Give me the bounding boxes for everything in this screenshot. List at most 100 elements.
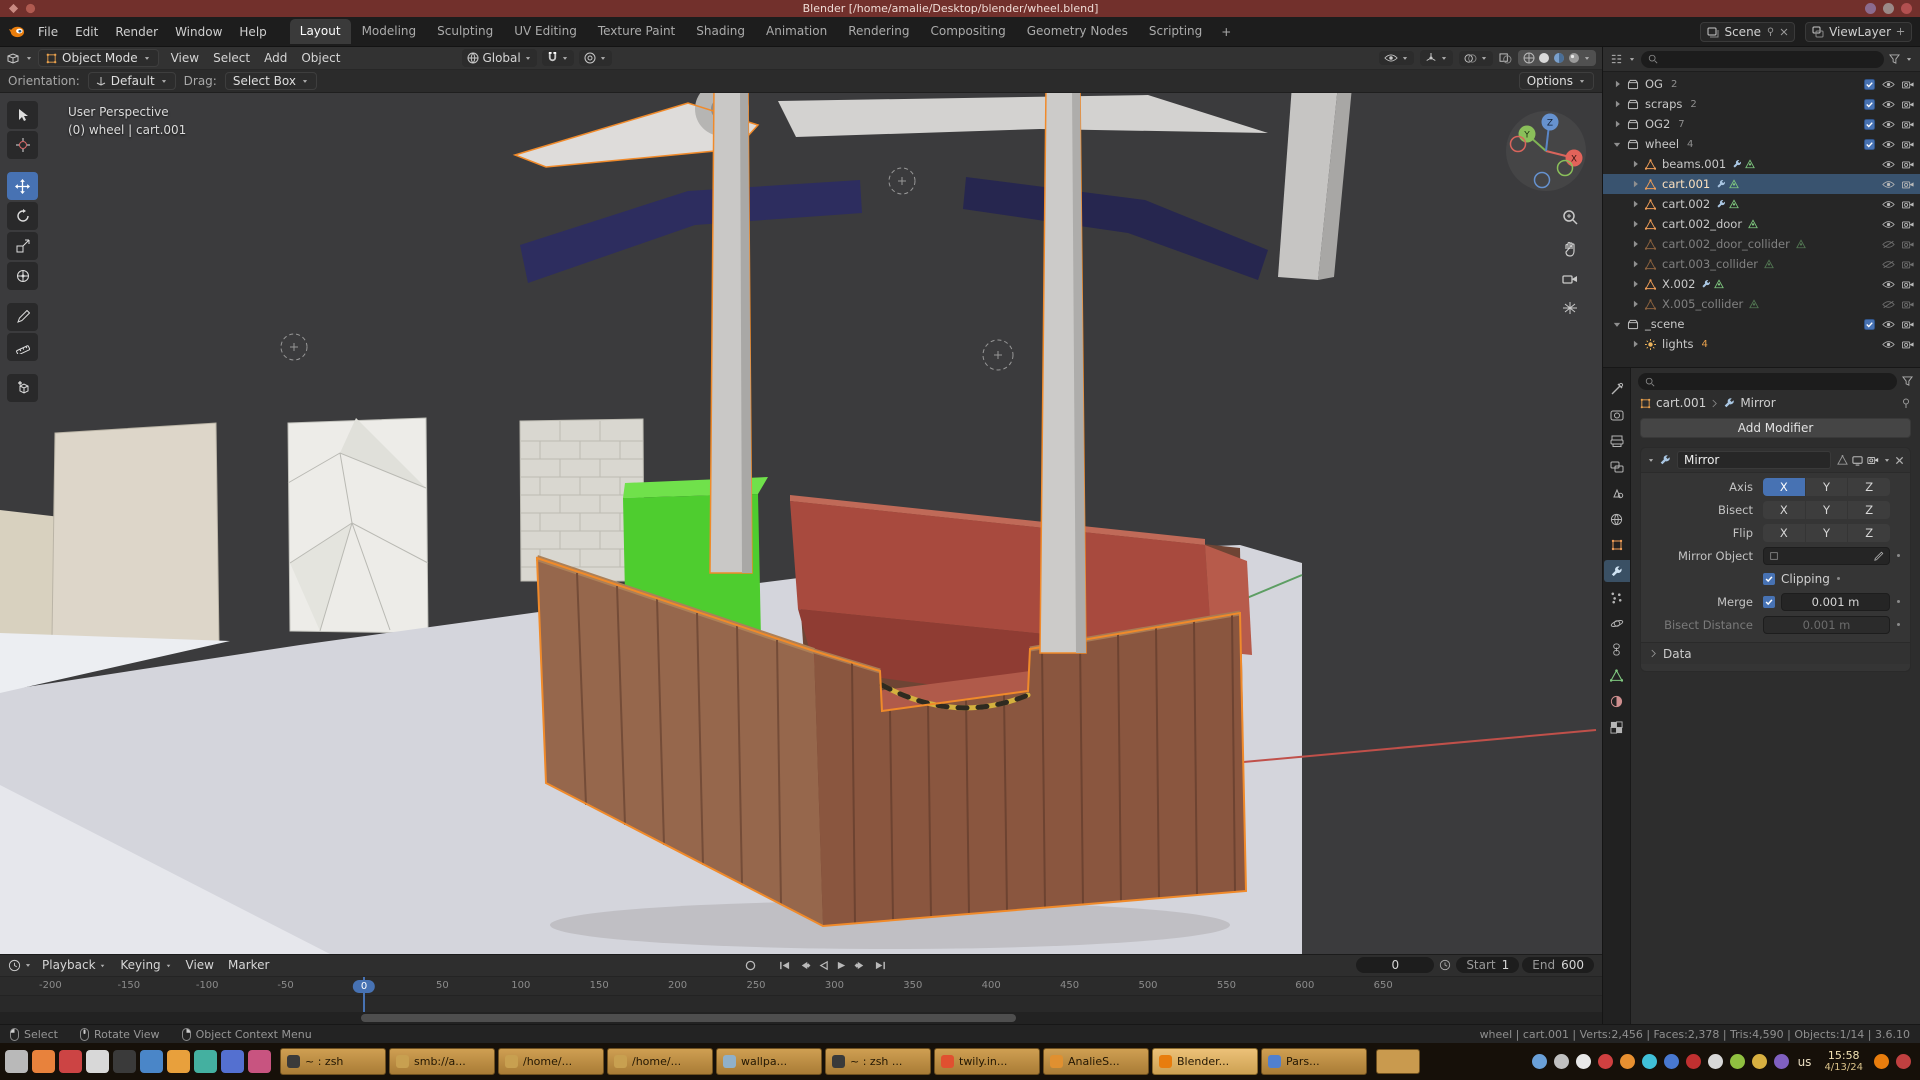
taskbar-launcher-icon[interactable] xyxy=(113,1050,136,1073)
properties-tab-world[interactable] xyxy=(1604,508,1630,530)
workspace-tab-uv-editing[interactable]: UV Editing xyxy=(504,19,587,44)
outliner-row-scraps[interactable]: scraps2 xyxy=(1603,94,1920,114)
tray-icon[interactable] xyxy=(1774,1054,1789,1069)
eye-icon[interactable] xyxy=(1882,220,1895,229)
display-realtime-icon[interactable] xyxy=(1852,455,1863,466)
workspace-tab-modeling[interactable]: Modeling xyxy=(352,19,427,44)
chevron-down-icon[interactable] xyxy=(599,55,607,62)
expand-icon[interactable] xyxy=(1611,100,1623,108)
camera-icon[interactable] xyxy=(1902,160,1914,169)
timeline-scrollbar[interactable] xyxy=(0,1012,1602,1024)
clock[interactable]: 15:584/13/24 xyxy=(1820,1050,1867,1074)
camera-icon[interactable] xyxy=(1902,120,1914,129)
keyboard-layout-indicator[interactable]: us xyxy=(1796,1055,1814,1069)
tray-icon[interactable] xyxy=(1686,1054,1701,1069)
unlink-icon[interactable] xyxy=(1780,28,1788,36)
playhead-frame-badge[interactable]: 0 xyxy=(353,980,375,993)
taskbar-window-button[interactable]: Blender... xyxy=(1152,1048,1258,1075)
decorator-dot[interactable] xyxy=(1897,600,1900,603)
viewport-menu-add[interactable]: Add xyxy=(257,49,294,67)
shading-solid-icon[interactable] xyxy=(1538,52,1550,64)
taskbar-launcher-icon[interactable] xyxy=(221,1050,244,1073)
camera-icon[interactable] xyxy=(1902,180,1914,189)
chevron-down-icon[interactable] xyxy=(1583,55,1591,62)
taskbar-launcher-icon[interactable] xyxy=(248,1050,271,1073)
maximize-button[interactable] xyxy=(1883,3,1894,14)
viewport-3d[interactable]: User Perspective (0) wheel | cart.001 XY… xyxy=(0,93,1602,954)
frame-start-field[interactable]: Start 1 xyxy=(1456,957,1519,973)
expand-icon[interactable] xyxy=(1629,240,1641,248)
snap-toggle[interactable] xyxy=(542,50,574,66)
tray-icon[interactable] xyxy=(1874,1054,1889,1069)
timeline-ruler[interactable]: -200-150-100-500501001502002503003504004… xyxy=(0,977,1602,997)
camera-icon[interactable] xyxy=(1902,140,1914,149)
eye-off-icon[interactable] xyxy=(1882,240,1895,249)
properties-tab-data[interactable] xyxy=(1604,664,1630,686)
expand-icon[interactable] xyxy=(1611,80,1623,88)
workspace-tab-sculpting[interactable]: Sculpting xyxy=(427,19,503,44)
clock-icon[interactable] xyxy=(1439,959,1451,971)
taskbar-window-button[interactable]: twily.in... xyxy=(934,1048,1040,1075)
outliner-editor-icon[interactable] xyxy=(1610,53,1623,65)
tool-transform-button[interactable] xyxy=(7,262,38,290)
taskbar-window-button[interactable]: ~ : zsh xyxy=(280,1048,386,1075)
titlebar[interactable]: Blender [/home/amalie/Desktop/blender/wh… xyxy=(0,0,1920,17)
outliner-row-cart.002[interactable]: cart.002 xyxy=(1603,194,1920,214)
camera-icon[interactable] xyxy=(1902,80,1914,89)
workspace-tab-geometry-nodes[interactable]: Geometry Nodes xyxy=(1017,19,1138,44)
checkbox-on-icon[interactable] xyxy=(1864,99,1875,110)
pin-icon[interactable] xyxy=(1766,27,1775,36)
checkbox-checked-icon[interactable] xyxy=(1763,596,1775,608)
tray-icon[interactable] xyxy=(1752,1054,1767,1069)
tray-icon[interactable] xyxy=(1896,1054,1911,1069)
pin-icon[interactable] xyxy=(1901,398,1911,408)
delete-modifier-icon[interactable] xyxy=(1895,456,1904,465)
camera-icon[interactable] xyxy=(1902,240,1914,249)
tray-icon[interactable] xyxy=(1708,1054,1723,1069)
workspace-tab-shading[interactable]: Shading xyxy=(686,19,755,44)
expand-icon[interactable] xyxy=(1629,280,1641,288)
outliner-row-wheel[interactable]: wheel4 xyxy=(1603,134,1920,154)
collapse-icon[interactable] xyxy=(1611,141,1623,148)
outliner-row-_scene[interactable]: _scene xyxy=(1603,314,1920,334)
outliner-row-cart.003_collider[interactable]: cart.003_collider xyxy=(1603,254,1920,274)
taskbar-window-button[interactable]: AnalieS... xyxy=(1043,1048,1149,1075)
show-gizmo-dropdown[interactable] xyxy=(1420,50,1453,66)
outliner-row-cart.001[interactable]: cart.001 xyxy=(1603,174,1920,194)
properties-tab-constraints[interactable] xyxy=(1604,638,1630,660)
menu-file[interactable]: File xyxy=(30,22,66,42)
tool-add-cube-button[interactable] xyxy=(7,374,38,402)
taskbar-launcher-icon[interactable] xyxy=(59,1050,82,1073)
outliner-row-OG[interactable]: OG2 xyxy=(1603,74,1920,94)
expand-icon[interactable] xyxy=(1629,260,1641,268)
tray-icon[interactable] xyxy=(1620,1054,1635,1069)
new-layer-icon[interactable] xyxy=(1896,27,1905,36)
decorator-dot[interactable] xyxy=(1837,577,1840,580)
camera-icon[interactable] xyxy=(1902,320,1914,329)
flip-x-toggle[interactable]: X xyxy=(1763,524,1805,542)
properties-tab-physics[interactable] xyxy=(1604,612,1630,634)
taskbar-window-button[interactable]: wallpa... xyxy=(716,1048,822,1075)
properties-tab-scene[interactable] xyxy=(1604,482,1630,504)
properties-tab-render[interactable] xyxy=(1604,404,1630,426)
shading-rendered-icon[interactable] xyxy=(1568,52,1580,64)
scene-selector[interactable]: Scene xyxy=(1700,22,1795,42)
workspace-tab-compositing[interactable]: Compositing xyxy=(920,19,1015,44)
chevron-down-icon[interactable] xyxy=(24,962,32,969)
decorator-dot[interactable] xyxy=(1897,623,1900,626)
properties-tab-output[interactable] xyxy=(1604,430,1630,452)
chevron-down-icon[interactable] xyxy=(1905,56,1913,63)
camera-icon[interactable] xyxy=(1902,340,1914,349)
zoom-icon[interactable] xyxy=(1562,209,1578,225)
tr-prevkey-icon[interactable] xyxy=(798,960,811,971)
frame-end-field[interactable]: End 600 xyxy=(1522,957,1594,973)
taskbar-window-button[interactable]: Pars... xyxy=(1261,1048,1367,1075)
object-visibility-dropdown[interactable] xyxy=(1379,51,1414,65)
merge-value-field[interactable]: 0.001 m xyxy=(1781,593,1890,611)
properties-tab-modifiers[interactable] xyxy=(1604,560,1630,582)
outliner-row-X.002[interactable]: X.002 xyxy=(1603,274,1920,294)
eye-icon[interactable] xyxy=(1882,120,1895,129)
viewlayer-selector[interactable]: ViewLayer xyxy=(1805,22,1912,42)
expand-icon[interactable] xyxy=(1611,120,1623,128)
timeline-editor-icon[interactable] xyxy=(8,959,21,972)
